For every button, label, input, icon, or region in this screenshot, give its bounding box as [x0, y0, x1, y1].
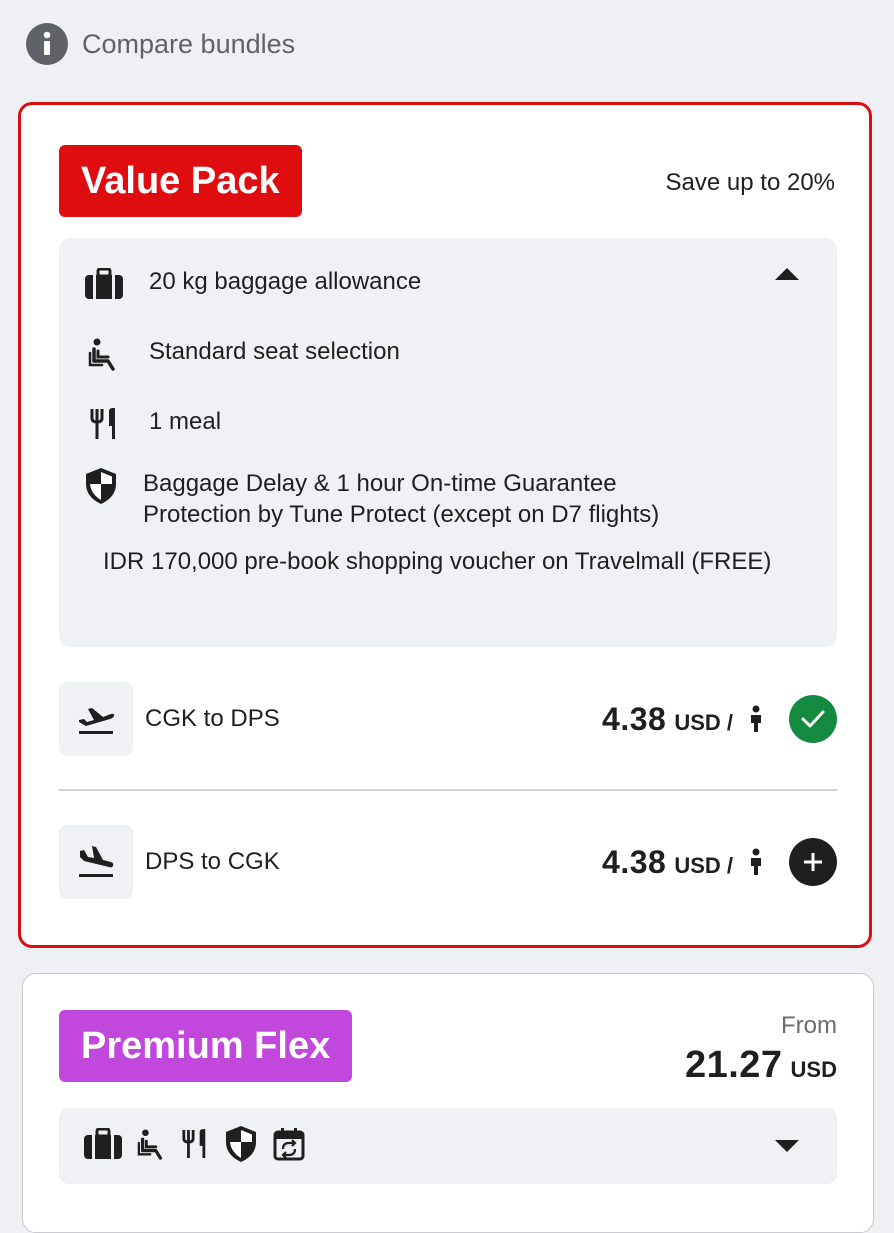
add-button[interactable]: [789, 838, 837, 886]
feature-meal: 1 meal: [83, 406, 221, 442]
route-label: CGK to DPS: [145, 705, 280, 732]
person-icon: [749, 848, 763, 876]
feature-protection: Baggage Delay & 1 hour On-time Guarantee…: [83, 468, 723, 530]
feature-label: 1 meal: [149, 408, 222, 435]
compare-bundles-label: Compare bundles: [82, 28, 296, 59]
from-price-block: From 21.27 USD: [685, 1012, 837, 1087]
value-pack-badge: Value Pack: [59, 145, 302, 217]
from-label: From: [781, 1012, 837, 1039]
chevron-down-icon[interactable]: [775, 1140, 799, 1152]
takeoff-icon: [59, 682, 133, 756]
value-pack-card[interactable]: Value Pack Save up to 20% 20 kg baggage …: [18, 102, 872, 948]
check-icon: [801, 710, 825, 728]
route-price: 4.38 USD /: [602, 701, 763, 738]
landing-icon: [59, 825, 133, 899]
premium-flex-badge: Premium Flex: [59, 1010, 353, 1082]
route-label: DPS to CGK: [145, 848, 280, 875]
compare-bundles-link[interactable]: Compare bundles: [26, 22, 295, 66]
seat-icon: [83, 336, 125, 372]
meal-icon: [181, 1127, 209, 1166]
meal-icon: [83, 406, 125, 442]
premium-flex-card[interactable]: Premium Flex From 21.27 USD: [22, 973, 874, 1233]
save-text: Save up to 20%: [665, 169, 835, 196]
plus-icon: [804, 853, 822, 871]
feature-baggage: 20 kg baggage allowance: [83, 266, 421, 302]
person-icon: [749, 705, 763, 733]
features-panel: 20 kg baggage allowance Standard seat se…: [59, 238, 837, 647]
voucher-text: IDR 170,000 pre-book shopping voucher on…: [103, 548, 772, 575]
chevron-up-icon[interactable]: [775, 268, 799, 280]
feature-icons-row[interactable]: [59, 1108, 837, 1184]
suitcase-icon: [83, 1127, 123, 1165]
shield-icon: [223, 1124, 259, 1169]
selected-check-button[interactable]: [789, 695, 837, 743]
price-value: 4.38: [602, 843, 667, 880]
price-unit: USD /: [674, 709, 733, 735]
price-value: 4.38: [602, 700, 667, 737]
shield-icon: [83, 468, 119, 504]
suitcase-icon: [83, 266, 125, 302]
feature-label: Standard seat selection: [149, 338, 400, 365]
feature-label: 20 kg baggage allowance: [149, 268, 422, 295]
price-unit: USD: [790, 1057, 837, 1082]
divider: [59, 789, 837, 791]
price-value: 21.27: [684, 1044, 783, 1086]
feature-seat: Standard seat selection: [83, 336, 400, 372]
route-price: 4.38 USD /: [602, 844, 763, 881]
calendar-change-icon: [273, 1127, 305, 1166]
info-icon: [26, 23, 68, 65]
feature-label: Baggage Delay & 1 hour On-time Guarantee…: [143, 470, 660, 528]
route-row-outbound[interactable]: CGK to DPS 4.38 USD /: [59, 682, 837, 756]
route-row-return[interactable]: DPS to CGK 4.38 USD /: [59, 825, 837, 899]
price-unit: USD /: [674, 852, 733, 878]
seat-icon: [137, 1127, 167, 1166]
